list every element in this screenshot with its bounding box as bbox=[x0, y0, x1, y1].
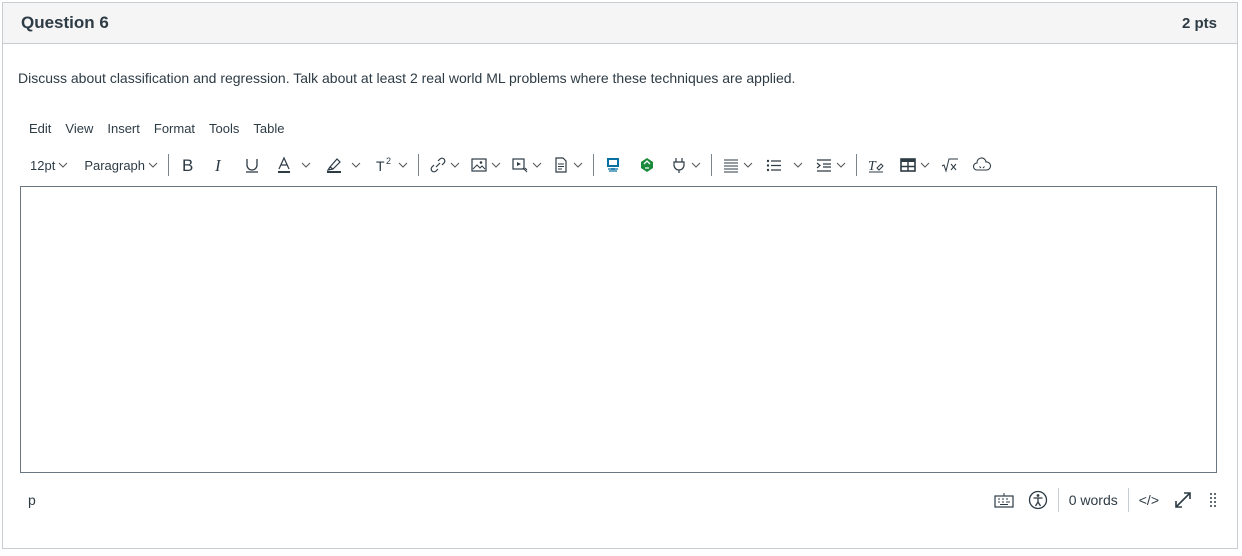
menu-tools[interactable]: Tools bbox=[209, 119, 246, 138]
menu-edit[interactable]: Edit bbox=[29, 119, 58, 138]
svg-text:B: B bbox=[182, 156, 193, 174]
accessibility-icon bbox=[1028, 490, 1047, 510]
toolbar-divider bbox=[593, 154, 595, 176]
block-format-select[interactable]: Paragraph bbox=[84, 153, 158, 177]
table-icon bbox=[900, 158, 916, 172]
block-format-value: Paragraph bbox=[84, 157, 146, 173]
toolbar-divider bbox=[711, 154, 713, 176]
rich-text-editor-area[interactable] bbox=[20, 186, 1217, 473]
drag-handle-icon bbox=[1210, 493, 1216, 507]
toolbar-divider bbox=[418, 154, 420, 176]
link-icon bbox=[430, 157, 446, 173]
toolbar-divider bbox=[856, 154, 858, 176]
question-title: Question 6 bbox=[21, 13, 109, 32]
word-count[interactable]: 0 words bbox=[1069, 492, 1118, 508]
text-color-icon bbox=[278, 156, 291, 173]
recycle-icon bbox=[641, 158, 654, 172]
font-size-value: 12pt bbox=[30, 157, 56, 173]
keyboard-icon bbox=[994, 493, 1014, 508]
font-size-select[interactable]: 12pt bbox=[30, 153, 68, 177]
bold-button[interactable]: B bbox=[179, 153, 197, 177]
underline-icon bbox=[246, 159, 259, 173]
bullet-list-icon bbox=[766, 159, 782, 172]
svg-text:2: 2 bbox=[386, 156, 391, 166]
indent-icon bbox=[816, 159, 832, 172]
italic-icon: I bbox=[214, 156, 222, 174]
superscript-button[interactable]: T2 bbox=[375, 153, 408, 177]
chevron-down-icon bbox=[148, 162, 158, 168]
image-button[interactable] bbox=[470, 153, 501, 177]
media-icon bbox=[512, 158, 528, 173]
menu-format[interactable]: Format bbox=[154, 119, 202, 138]
expand-icon bbox=[1175, 492, 1191, 508]
keyboard-shortcuts-button[interactable] bbox=[994, 488, 1014, 512]
equation-button[interactable] bbox=[940, 153, 960, 177]
chevron-down-icon bbox=[532, 162, 542, 168]
highlight-icon bbox=[326, 158, 342, 173]
chevron-down-icon bbox=[573, 162, 583, 168]
superscript-icon: T2 bbox=[376, 156, 391, 174]
resize-handle[interactable] bbox=[1209, 488, 1217, 512]
statusbar-actions: 0 words </> bbox=[994, 486, 1217, 514]
chevron-down-icon bbox=[691, 162, 701, 168]
image-icon bbox=[471, 158, 487, 172]
text-color-button[interactable] bbox=[275, 153, 311, 177]
italic-button[interactable]: I bbox=[211, 153, 229, 177]
editor-toolbar: 12pt Paragraph B I T2 T bbox=[30, 153, 992, 177]
element-path[interactable]: p bbox=[28, 492, 36, 508]
editor-menubar: Edit View Insert Format Tools Table bbox=[29, 119, 298, 138]
chevron-down-icon bbox=[301, 162, 311, 168]
html-toggle-label: </> bbox=[1138, 492, 1159, 508]
clear-formatting-icon: T bbox=[868, 159, 884, 174]
office-button[interactable] bbox=[638, 153, 656, 177]
html-editor-toggle[interactable]: </> bbox=[1139, 488, 1159, 512]
indent-button[interactable] bbox=[815, 153, 846, 177]
question-prompt: Discuss about classification and regress… bbox=[18, 70, 796, 86]
align-left-icon bbox=[724, 159, 739, 173]
chevron-down-icon bbox=[920, 162, 930, 168]
unordered-list-button[interactable] bbox=[765, 153, 803, 177]
align-button[interactable] bbox=[722, 153, 753, 177]
menu-view[interactable]: View bbox=[65, 119, 100, 138]
cloud-icon bbox=[972, 157, 992, 171]
menu-insert[interactable]: Insert bbox=[107, 119, 147, 138]
table-button[interactable] bbox=[899, 153, 930, 177]
document-icon bbox=[555, 157, 567, 173]
link-button[interactable] bbox=[429, 153, 460, 177]
chevron-down-icon bbox=[450, 162, 460, 168]
square-root-icon bbox=[941, 158, 959, 173]
statusbar-divider bbox=[1057, 488, 1059, 512]
underline-button[interactable] bbox=[243, 153, 261, 177]
plug-icon bbox=[673, 158, 685, 173]
media-button[interactable] bbox=[511, 153, 542, 177]
clear-format-button[interactable]: T bbox=[867, 153, 885, 177]
highlight-button[interactable] bbox=[325, 153, 361, 177]
menu-table[interactable]: Table bbox=[253, 119, 291, 138]
chevron-down-icon bbox=[836, 162, 846, 168]
question-points: 2 pts bbox=[1181, 14, 1217, 32]
accessibility-checker-button[interactable] bbox=[1028, 488, 1048, 512]
toolbar-divider bbox=[168, 154, 170, 176]
apps-button[interactable] bbox=[604, 153, 622, 177]
chevron-down-icon bbox=[491, 162, 501, 168]
editor-statusbar: p 0 words </> bbox=[20, 486, 1217, 514]
fullscreen-button[interactable] bbox=[1173, 488, 1193, 512]
question-header: Question 6 2 pts bbox=[3, 3, 1237, 44]
plugins-button[interactable] bbox=[670, 153, 701, 177]
cloud-embed-button[interactable] bbox=[972, 153, 992, 177]
statusbar-divider bbox=[1127, 488, 1129, 512]
bold-icon: B bbox=[182, 156, 193, 174]
chevron-down-icon bbox=[793, 162, 803, 168]
svg-text:I: I bbox=[214, 156, 222, 174]
studio-icon bbox=[607, 158, 620, 172]
document-button[interactable] bbox=[552, 153, 583, 177]
chevron-down-icon bbox=[351, 162, 361, 168]
chevron-down-icon bbox=[58, 162, 68, 168]
svg-text:T: T bbox=[376, 158, 385, 174]
chevron-down-icon bbox=[743, 162, 753, 168]
chevron-down-icon bbox=[398, 162, 408, 168]
